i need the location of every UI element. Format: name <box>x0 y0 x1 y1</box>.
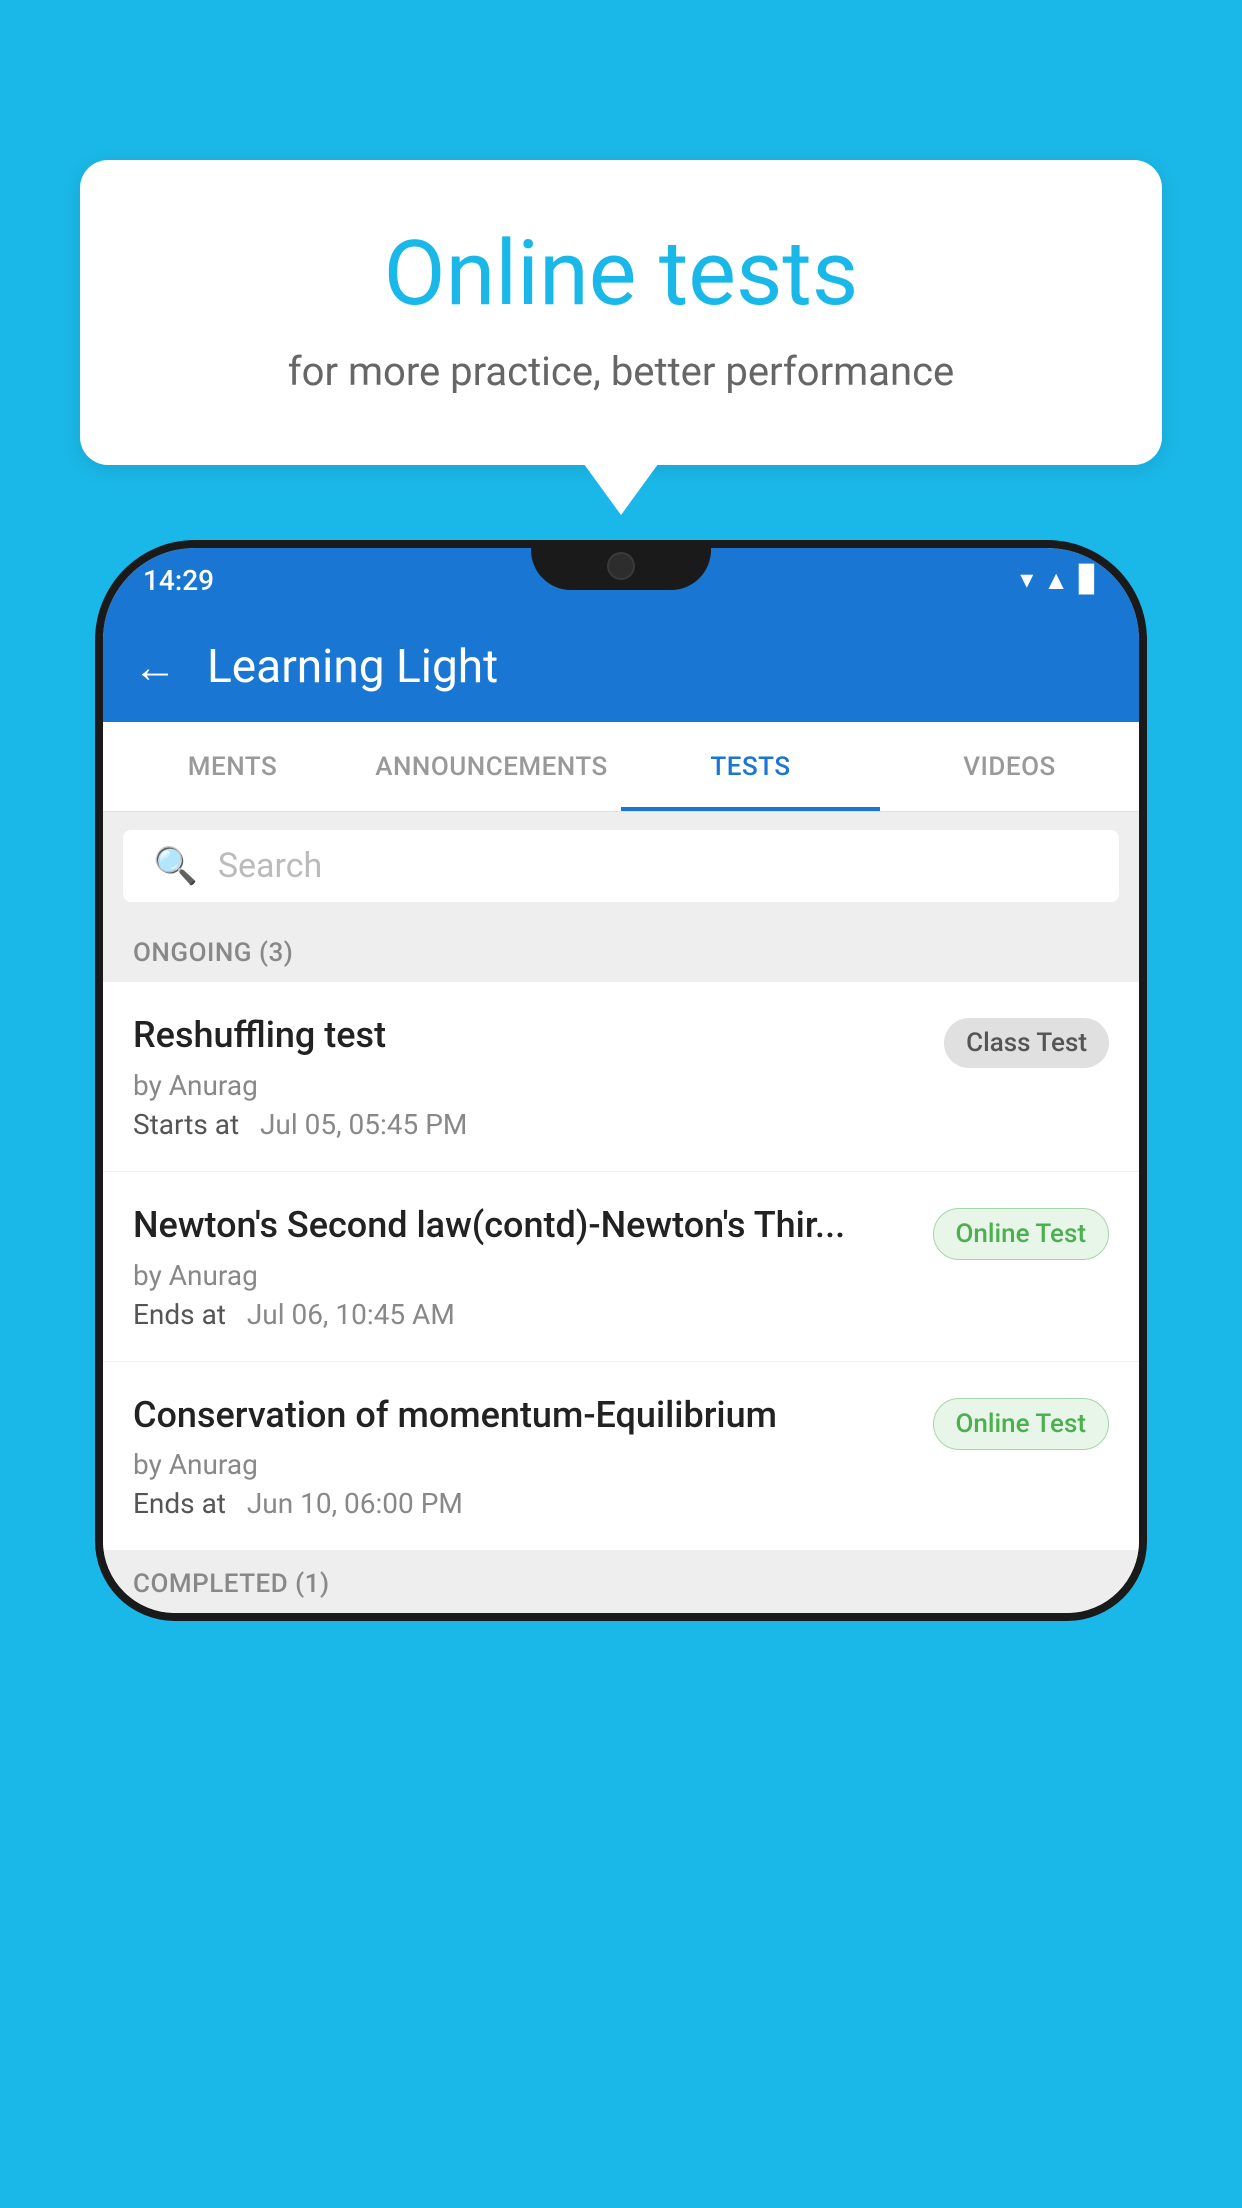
phone-outer: 14:29 ▾ ▲ ▊ ← Learning Light MENTS ANNOU… <box>95 540 1147 1621</box>
app-bar: ← Learning Light <box>103 612 1139 722</box>
speech-bubble-subtitle: for more practice, better performance <box>160 348 1082 395</box>
test-author-2: by Anurag <box>133 1259 913 1292</box>
tab-announcements[interactable]: ANNOUNCEMENTS <box>362 722 621 811</box>
status-icons: ▾ ▲ ▊ <box>1020 565 1099 596</box>
tab-videos[interactable]: VIDEOS <box>880 722 1139 811</box>
search-container: 🔍 Search <box>103 812 1139 920</box>
phone-mockup: 14:29 ▾ ▲ ▊ ← Learning Light MENTS ANNOU… <box>95 540 1147 2208</box>
test-title-2: Newton's Second law(contd)-Newton's Thir… <box>133 1202 913 1249</box>
test-author-3: by Anurag <box>133 1448 913 1481</box>
tab-ments[interactable]: MENTS <box>103 722 362 811</box>
signal-icon: ▲ <box>1043 565 1069 596</box>
tabs-bar: MENTS ANNOUNCEMENTS TESTS VIDEOS <box>103 722 1139 812</box>
test-info-3: Conservation of momentum-Equilibrium by … <box>133 1392 913 1521</box>
test-item-3[interactable]: Conservation of momentum-Equilibrium by … <box>103 1362 1139 1552</box>
test-time-value-3: Jun 10, 06:00 PM <box>247 1487 463 1520</box>
phone-camera <box>607 552 635 580</box>
speech-bubble: Online tests for more practice, better p… <box>80 160 1162 465</box>
test-time-label-2: Ends at <box>133 1298 226 1331</box>
test-time-3: Ends at Jun 10, 06:00 PM <box>133 1487 913 1520</box>
test-time-label-3: Ends at <box>133 1487 226 1520</box>
phone-screen: 14:29 ▾ ▲ ▊ ← Learning Light MENTS ANNOU… <box>103 548 1139 1613</box>
test-time-2: Ends at Jul 06, 10:45 AM <box>133 1298 913 1331</box>
back-button[interactable]: ← <box>133 641 177 693</box>
status-time: 14:29 <box>143 564 214 597</box>
test-time-label-1: Starts at <box>133 1108 239 1141</box>
test-time-value-1: Jul 05, 05:45 PM <box>260 1108 467 1141</box>
test-item-2[interactable]: Newton's Second law(contd)-Newton's Thir… <box>103 1172 1139 1362</box>
app-bar-title: Learning Light <box>207 640 498 694</box>
ongoing-section-label: ONGOING (3) <box>133 938 293 968</box>
test-item-1[interactable]: Reshuffling test by Anurag Starts at Jul… <box>103 982 1139 1172</box>
test-badge-1: Class Test <box>944 1018 1109 1068</box>
test-time-1: Starts at Jul 05, 05:45 PM <box>133 1108 924 1141</box>
test-list: Reshuffling test by Anurag Starts at Jul… <box>103 982 1139 1551</box>
test-title-3: Conservation of momentum-Equilibrium <box>133 1392 913 1439</box>
test-badge-3: Online Test <box>933 1398 1110 1450</box>
tab-tests[interactable]: TESTS <box>621 722 880 811</box>
phone-notch <box>531 540 711 590</box>
test-badge-2: Online Test <box>933 1208 1110 1260</box>
test-time-value-2: Jul 06, 10:45 AM <box>247 1298 455 1331</box>
search-placeholder: Search <box>218 846 322 886</box>
speech-bubble-title: Online tests <box>160 220 1082 328</box>
search-input-box[interactable]: 🔍 Search <box>123 830 1119 902</box>
test-info-1: Reshuffling test by Anurag Starts at Jul… <box>133 1012 924 1141</box>
test-info-2: Newton's Second law(contd)-Newton's Thir… <box>133 1202 913 1331</box>
wifi-icon: ▾ <box>1020 565 1033 595</box>
ongoing-section-header: ONGOING (3) <box>103 920 1139 982</box>
completed-section-header: COMPLETED (1) <box>103 1551 1139 1613</box>
search-icon: 🔍 <box>153 845 198 887</box>
battery-icon: ▊ <box>1079 565 1099 595</box>
completed-section-label: COMPLETED (1) <box>133 1569 330 1599</box>
test-title-1: Reshuffling test <box>133 1012 924 1059</box>
test-author-1: by Anurag <box>133 1069 924 1102</box>
